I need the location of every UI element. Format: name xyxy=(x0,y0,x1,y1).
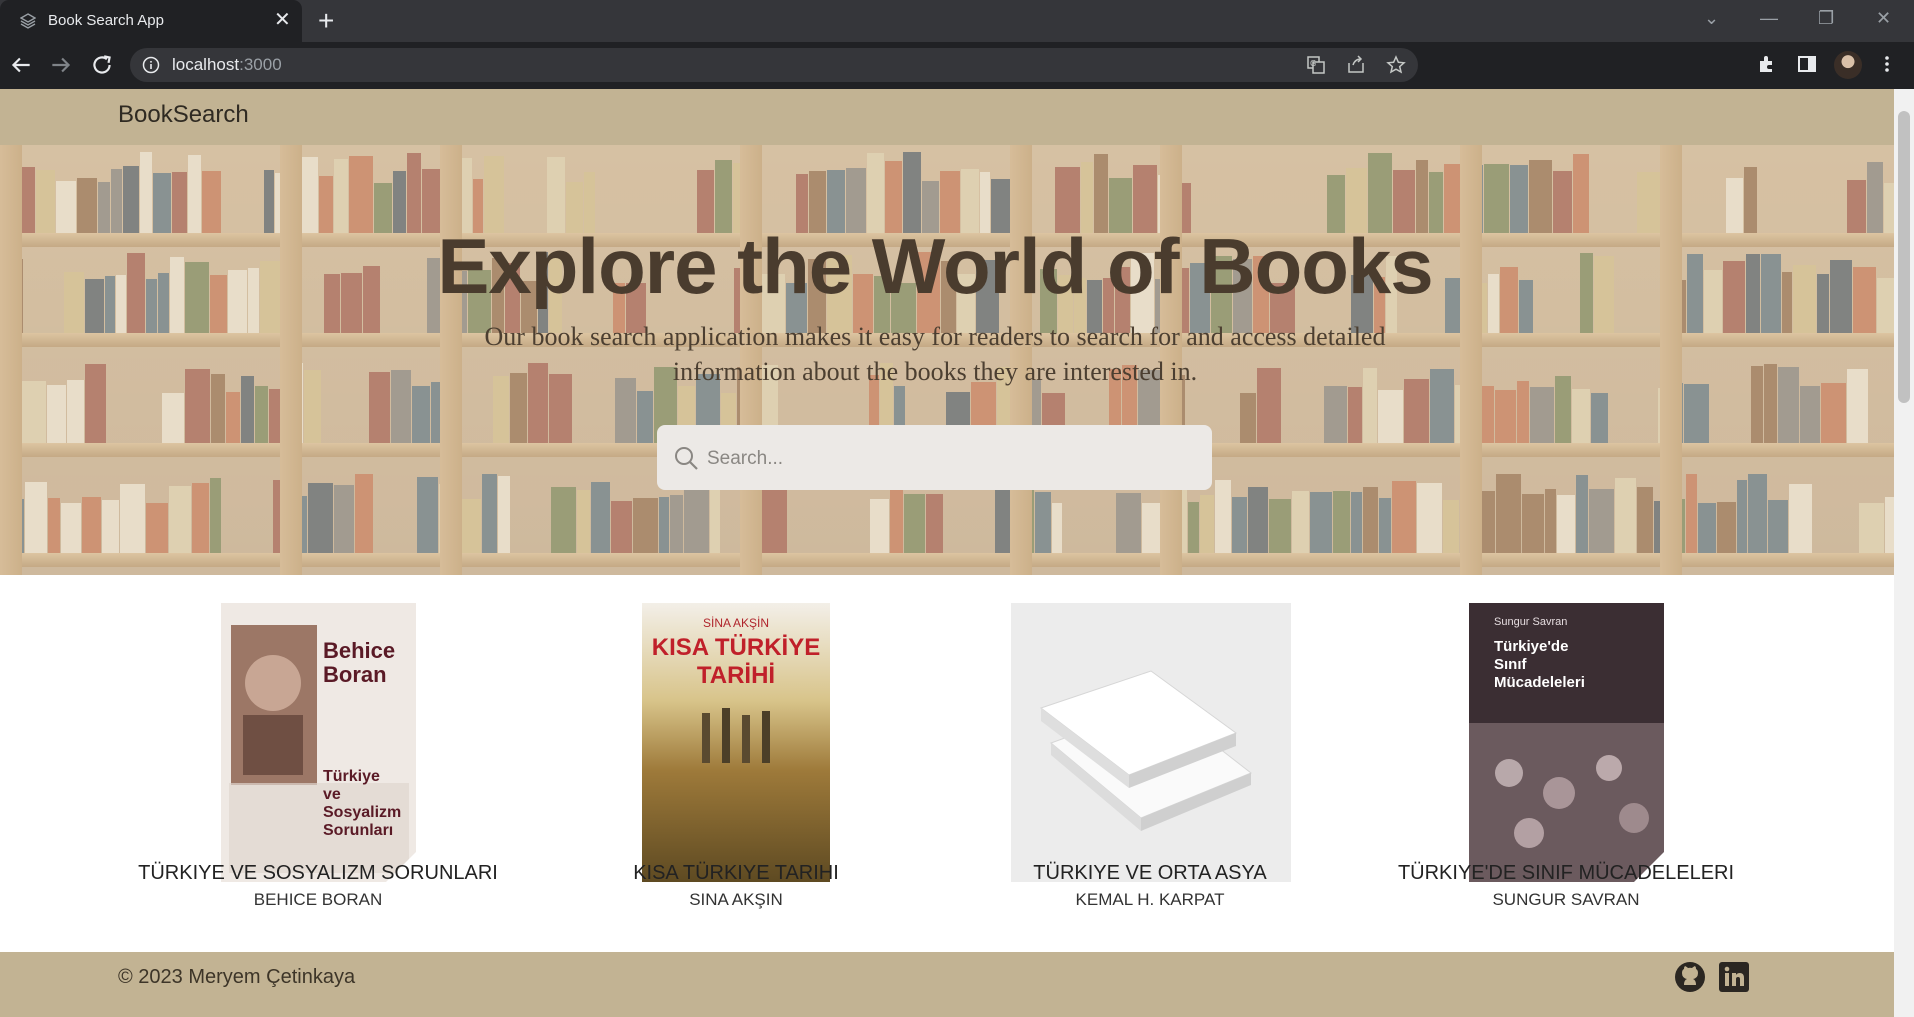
book-author: SUNGUR SAVRAN xyxy=(1492,890,1640,909)
book-list: Behice Boran Türkiye ve Sosyalizm Sorunl… xyxy=(0,575,1894,942)
cover-text: Sungur Savran xyxy=(1494,616,1567,628)
brand-logo[interactable]: BookSearch xyxy=(118,101,249,129)
book-cover[interactable]: SİNA AKŞİN KISA TÜRKİYE TARİHİ xyxy=(642,603,830,882)
cover-text: TARİHİ xyxy=(697,662,775,689)
page-viewport: BookSearch Explore the World of Books Ou… xyxy=(0,89,1894,1017)
new-tab-button[interactable]: + xyxy=(318,6,334,36)
share-icon[interactable] xyxy=(1346,55,1366,75)
cover-text: SİNA AKŞİN xyxy=(703,616,769,630)
close-window-button[interactable]: ✕ xyxy=(1876,8,1891,29)
linkedin-icon[interactable] xyxy=(1718,961,1750,993)
book-title[interactable]: KISA TÜRKIYE TARIHI xyxy=(536,862,936,885)
book-cover[interactable]: Behice Boran Türkiye ve Sosyalizm Sorunl… xyxy=(221,603,416,882)
address-bar[interactable]: localhost:3000 G xyxy=(130,48,1418,82)
sidepanel-icon[interactable] xyxy=(1796,53,1818,75)
scrollbar-thumb[interactable] xyxy=(1898,111,1910,403)
extensions-icon[interactable] xyxy=(1756,53,1778,75)
star-icon[interactable] xyxy=(1386,55,1406,75)
cover-text: Türkiye'de xyxy=(1494,638,1568,655)
hero-section: Explore the World of Books Our book sear… xyxy=(0,145,1894,575)
forward-icon[interactable] xyxy=(48,52,74,78)
cover-text: Sorunları xyxy=(323,822,393,839)
search-input[interactable] xyxy=(705,425,1199,492)
minimize-button[interactable]: — xyxy=(1760,8,1778,29)
url-host: localhost xyxy=(172,55,240,74)
browser-tab[interactable]: Book Search App ✕ xyxy=(0,0,302,42)
url-text[interactable]: localhost:3000 xyxy=(172,55,282,75)
search-bar[interactable] xyxy=(657,425,1212,492)
page-scrollbar[interactable] xyxy=(1894,89,1914,1017)
cover-text: Behice xyxy=(323,638,395,663)
browser-tab-bar: Book Search App ✕ + ⌄ — ❐ ✕ xyxy=(0,0,1914,42)
hero-title: Explore the World of Books xyxy=(437,222,1433,310)
info-icon[interactable] xyxy=(142,56,160,74)
site-footer: © 2023 Meryem Çetinkaya xyxy=(0,952,1894,1017)
book-author: SINA AKŞIN xyxy=(689,890,783,909)
search-icon xyxy=(675,447,698,470)
book-author: BEHICE BORAN xyxy=(253,890,383,909)
site-navbar: BookSearch xyxy=(0,89,1894,145)
book-title[interactable]: TÜRKIYE VE ORTA ASYA xyxy=(950,862,1350,885)
cover-text: Sosyalizm xyxy=(323,804,401,821)
hero-subtitle: Our book search application makes it eas… xyxy=(484,322,1386,386)
profile-avatar[interactable] xyxy=(1834,51,1862,79)
cover-text: ve xyxy=(323,786,341,803)
cover-text: Sınıf xyxy=(1494,656,1528,673)
github-icon[interactable] xyxy=(1674,961,1706,993)
menu-icon[interactable] xyxy=(1876,53,1898,75)
book-cover[interactable]: Sungur Savran Türkiye'de Sınıf Mücadelel… xyxy=(1469,603,1664,882)
url-port: :3000 xyxy=(239,55,282,74)
reload-icon[interactable] xyxy=(89,52,115,78)
book-author: KEMAL H. KARPAT xyxy=(1075,890,1225,909)
translate-icon[interactable]: G xyxy=(1306,55,1326,75)
cover-text: Boran xyxy=(323,662,387,687)
tab-title: Book Search App xyxy=(48,12,164,29)
cover-text: KISA TÜRKİYE xyxy=(652,634,820,661)
cover-text: Türkiye xyxy=(323,768,380,785)
restore-button[interactable]: ❐ xyxy=(1818,8,1834,29)
book-cover[interactable] xyxy=(1011,603,1291,882)
tab-close-icon[interactable]: ✕ xyxy=(274,10,291,30)
cover-text: Mücadeleleri xyxy=(1494,674,1585,691)
back-icon[interactable] xyxy=(8,52,34,78)
tab-search-icon[interactable]: ⌄ xyxy=(1704,8,1719,29)
tab-favicon-icon xyxy=(20,13,36,29)
book-title[interactable]: TÜRKIYE'DE SINIF MÜCADELELERI xyxy=(1366,862,1766,885)
copyright-text: © 2023 Meryem Çetinkaya xyxy=(118,966,356,988)
book-title[interactable]: TÜRKIYE VE SOSYALIZM SORUNLARI xyxy=(118,862,518,885)
svg-text:G: G xyxy=(1310,59,1316,68)
browser-toolbar: localhost:3000 G xyxy=(0,42,1914,89)
